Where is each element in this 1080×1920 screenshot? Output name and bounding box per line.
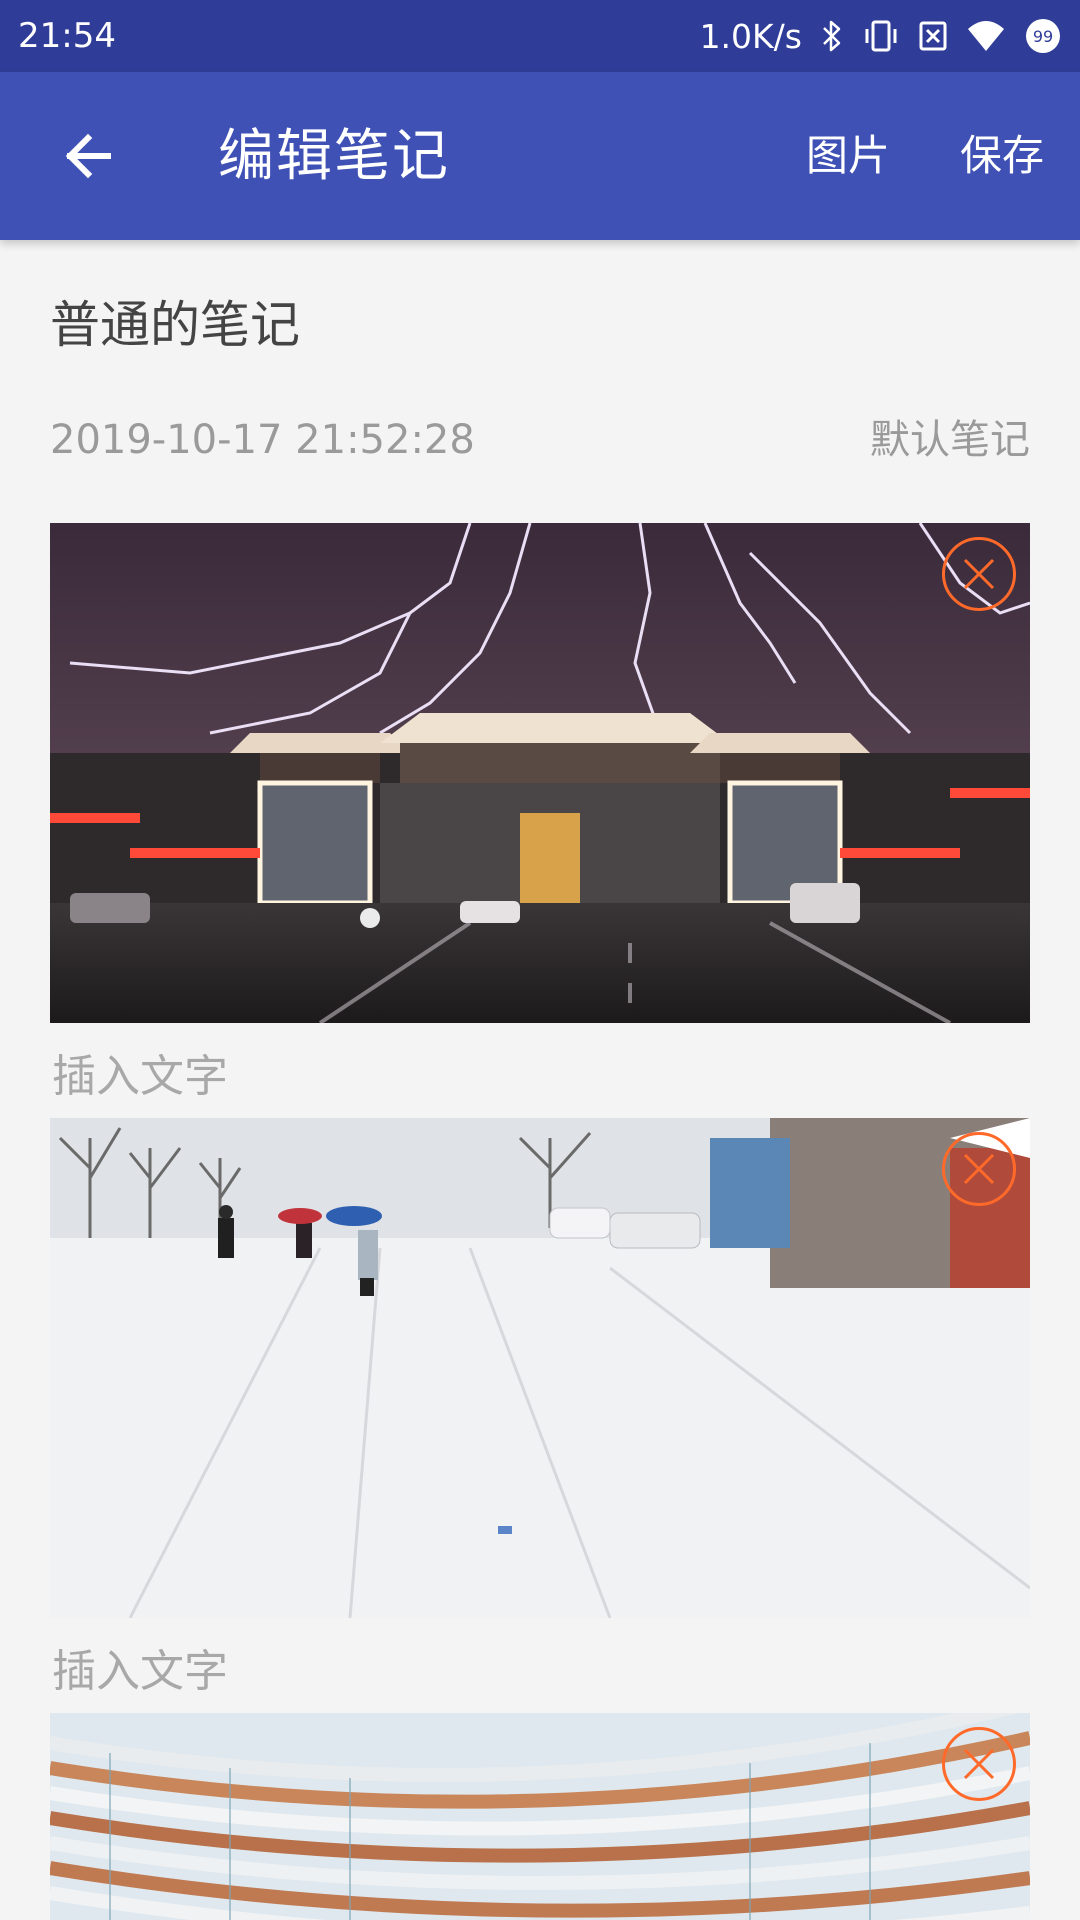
close-circle-icon [963,1153,995,1185]
status-time: 21:54 [18,16,116,56]
note-image-snowy-street[interactable] [50,1118,1030,1618]
close-circle-icon [963,1748,995,1780]
page-title: 编辑笔记 [218,124,450,189]
app-bar: 编辑笔记 图片 保存 [0,72,1080,240]
vibrate-icon [862,19,900,53]
note-timestamp: 2019-10-17 21:52:28 [50,417,475,463]
network-speed: 1.0K/s [699,16,802,56]
svg-text:99: 99 [1033,27,1053,46]
bluetooth-icon [820,19,844,53]
back-button[interactable] [48,116,128,196]
insert-text-field[interactable]: 插入文字 [52,1048,228,1106]
battery-99-icon: 99 [1024,17,1062,55]
arrow-left-icon [65,133,111,179]
note-image-lightning-gate[interactable] [50,523,1030,1023]
status-icons: 1.0K/s 99 [700,17,1062,56]
insert-image-button[interactable]: 图片 [806,128,890,184]
note-title[interactable]: 普通的笔记 [50,292,300,358]
note-image-curved-building[interactable] [50,1713,1030,1920]
insert-text-field[interactable]: 插入文字 [52,1643,228,1701]
status-bar: 21:54 1.0K/s 99 [0,0,1080,72]
close-circle-icon [963,558,995,590]
wifi-icon [966,19,1006,53]
remove-image-button[interactable] [942,537,1016,611]
save-button[interactable]: 保存 [960,128,1044,184]
remove-image-button[interactable] [942,1727,1016,1801]
note-category[interactable]: 默认笔记 [870,414,1030,466]
no-sim-icon [918,19,948,53]
remove-image-button[interactable] [942,1132,1016,1206]
